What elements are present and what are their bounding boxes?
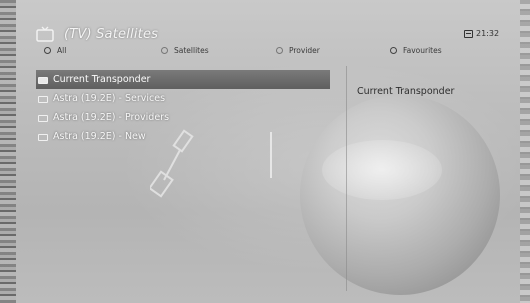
clock: 21:32 (464, 29, 499, 38)
filter-label: Favourites (403, 46, 442, 55)
filter-label: Provider (289, 46, 320, 55)
list-item[interactable]: Astra (19.2E) - Services (36, 89, 330, 108)
filter-provider[interactable]: Provider (276, 46, 320, 55)
list-item-label: Current Transponder (53, 74, 151, 85)
filter-label: All (57, 46, 67, 55)
filter-label: Satellites (174, 46, 209, 55)
folder-icon (38, 76, 48, 84)
page-title: (TV) Satellites (64, 26, 159, 42)
list-item[interactable]: Astra (19.2E) - New (36, 127, 330, 146)
clock-icon (464, 29, 473, 38)
header: (TV) Satellites (36, 24, 158, 44)
folder-icon (38, 114, 48, 122)
list-item-label: Astra (19.2E) - Providers (53, 112, 170, 123)
earth-clouds (322, 140, 442, 200)
detail-panel-title: Current Transponder (357, 86, 455, 97)
folder-icon (38, 95, 48, 103)
panel-divider (346, 66, 347, 291)
tv-icon (36, 26, 54, 42)
radio-icon (276, 47, 283, 54)
channel-list: Current Transponder Astra (19.2E) - Serv… (36, 70, 330, 146)
radio-icon (161, 47, 168, 54)
list-item[interactable]: Current Transponder (36, 70, 330, 89)
filter-satellites[interactable]: Satellites (161, 46, 209, 55)
list-item-label: Astra (19.2E) - Services (53, 93, 166, 104)
folder-icon (38, 133, 48, 141)
filter-favourites[interactable]: Favourites (390, 46, 442, 55)
radio-icon (390, 47, 397, 54)
clock-time: 21:32 (476, 29, 500, 38)
filter-bar: All Satellites Provider Favourites (0, 46, 530, 62)
tv-screen: (TV) Satellites 21:32 All Satellites Pro… (0, 0, 530, 303)
filter-all[interactable]: All (44, 46, 66, 55)
list-item[interactable]: Astra (19.2E) - Providers (36, 108, 330, 127)
list-item-label: Astra (19.2E) - New (53, 131, 146, 142)
radio-icon (44, 47, 51, 54)
